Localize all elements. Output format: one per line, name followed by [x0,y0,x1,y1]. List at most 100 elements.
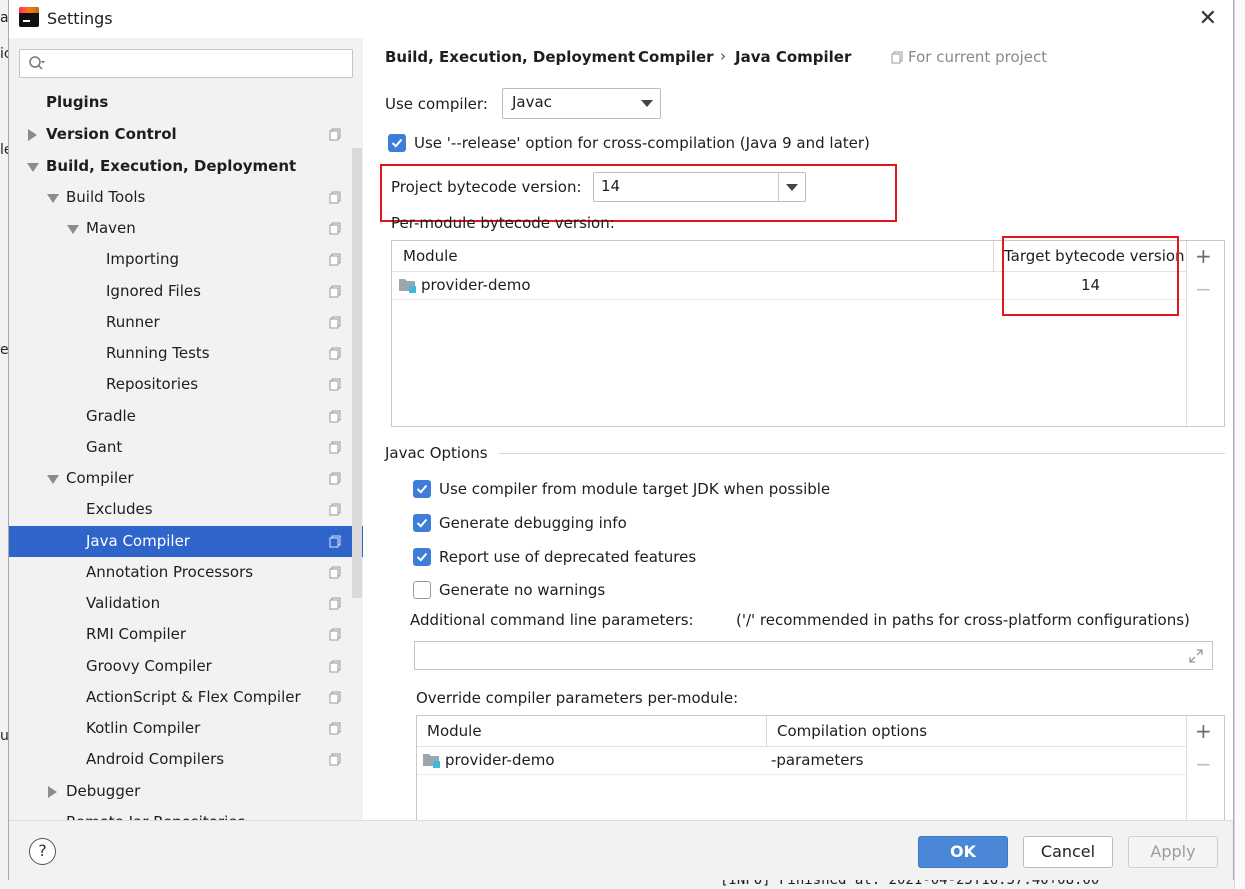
column-separator [993,241,994,272]
project-scope-icon [329,441,341,454]
for-current-project-label: For current project [908,48,1048,66]
help-button[interactable]: ? [29,838,56,865]
table-header-module[interactable]: Module [427,722,482,740]
javac-options-title: Javac Options [385,444,488,462]
project-scope-icon [329,128,341,141]
sidebar-item-label: Annotation Processors [86,563,254,581]
sidebar-item-repositories[interactable]: Repositories [9,369,363,400]
table-header-module[interactable]: Module [403,247,458,265]
ok-button[interactable]: OK [918,836,1008,868]
project-scope-icon [329,597,341,610]
sidebar-item-label: Compiler [66,469,134,487]
sidebar-item-plugins[interactable]: Plugins [9,87,363,118]
module-folder-icon [423,754,440,768]
sidebar-item-label: Groovy Compiler [86,657,212,675]
close-icon[interactable]: ✕ [1199,6,1217,31]
remove-override-button[interactable]: − [1195,752,1212,776]
additional-params-input[interactable] [414,641,1213,670]
compilation-options-value[interactable]: -parameters [771,751,863,769]
use-compiler-label: Use compiler: [385,95,488,113]
sidebar-item-build-execution-deployment[interactable]: Build, Execution, Deployment [9,151,363,182]
sidebar-item-label: Kotlin Compiler [86,719,201,737]
sidebar-item-rmi-compiler[interactable]: RMI Compiler [9,619,363,650]
chevron-down-icon[interactable] [67,225,79,234]
javac-option-label: Report use of deprecated features [439,548,697,566]
background-panel [1234,0,1245,889]
project-scope-icon [329,566,341,579]
sidebar-item-runner[interactable]: Runner [9,307,363,338]
sidebar-item-debugger[interactable]: Debugger [9,776,363,807]
sidebar-item-label: Debugger [66,782,141,800]
project-scope-icon [329,472,341,485]
toolbar-divider [1186,716,1187,824]
project-scope-icon [329,316,341,329]
checkmark-icon [416,552,428,562]
javac-option-checkbox[interactable] [413,548,431,566]
override-params-label: Override compiler parameters per-module: [416,689,739,707]
sidebar-item-compiler[interactable]: Compiler [9,463,363,494]
sidebar-item-running-tests[interactable]: Running Tests [9,338,363,369]
sidebar-item-groovy-compiler[interactable]: Groovy Compiler [9,651,363,682]
sidebar-item-actionscript-flex-compiler[interactable]: ActionScript & Flex Compiler [9,682,363,713]
sidebar-item-label: RMI Compiler [86,625,187,643]
search-input[interactable] [19,49,353,78]
breadcrumb-item[interactable]: Compiler [638,48,714,66]
apply-button[interactable]: Apply [1128,836,1218,868]
sidebar-item-importing[interactable]: Importing [9,244,363,275]
chevron-right-icon[interactable] [48,786,57,798]
sidebar-scrollbar[interactable] [352,148,362,598]
cancel-button[interactable]: Cancel [1023,836,1113,868]
chevron-down-icon[interactable] [47,194,59,203]
sidebar-item-version-control[interactable]: Version Control [9,119,363,150]
settings-dialog: Settings ✕ Plugins Version Control Build… [8,0,1234,880]
project-scope-icon [329,410,341,423]
project-scope-icon [329,253,341,266]
project-scope-icon [329,347,341,360]
intellij-logo-icon [19,7,39,27]
expand-icon[interactable] [1188,648,1204,664]
toolbar-divider [1186,241,1187,426]
sidebar-item-label: Importing [106,250,179,268]
checkmark-icon [416,484,428,494]
sidebar-item-android-compilers[interactable]: Android Compilers [9,744,363,775]
use-compiler-value: Javac [512,93,552,111]
release-option-checkbox[interactable] [388,134,406,152]
project-scope-icon [891,51,903,64]
window-title: Settings [47,9,113,28]
sidebar-item-ignored-files[interactable]: Ignored Files [9,276,363,307]
sidebar-item-remote-jar-repositories[interactable]: Remote Jar Repositories [9,807,363,820]
sidebar-item-kotlin-compiler[interactable]: Kotlin Compiler [9,713,363,744]
dropdown-arrow-icon [641,100,653,107]
sidebar-item-gant[interactable]: Gant [9,432,363,463]
table-row[interactable]: provider-demo -parameters [417,747,1186,775]
project-scope-icon [329,753,341,766]
sidebar-item-validation[interactable]: Validation [9,588,363,619]
javac-option-checkbox[interactable] [413,581,431,599]
table-header-compilation-options[interactable]: Compilation options [777,722,927,740]
use-compiler-select[interactable]: Javac [502,88,661,119]
add-module-button[interactable]: + [1195,244,1212,268]
search-field[interactable] [50,53,345,74]
project-scope-icon [329,378,341,391]
javac-option-label: Generate no warnings [439,581,606,599]
add-override-button[interactable]: + [1195,719,1212,743]
sidebar-item-annotation-processors[interactable]: Annotation Processors [9,557,363,588]
javac-option-checkbox[interactable] [413,480,431,498]
section-divider [499,453,1225,454]
remove-module-button[interactable]: − [1195,277,1212,301]
chevron-down-icon[interactable] [47,475,59,484]
javac-option-label: Generate debugging info [439,514,627,532]
project-scope-icon [329,191,341,204]
breadcrumb-item[interactable]: Build, Execution, Deployment [385,48,635,66]
chevron-down-icon[interactable] [27,163,39,172]
project-scope-icon [329,503,341,516]
sidebar-item-gradle[interactable]: Gradle [9,401,363,432]
javac-option-checkbox[interactable] [413,514,431,532]
sidebar-item-maven[interactable]: Maven [9,213,363,244]
sidebar-item-excludes[interactable]: Excludes [9,494,363,525]
chevron-right-icon[interactable] [28,129,37,141]
sidebar-item-build-tools[interactable]: Build Tools [9,182,363,213]
sidebar-item-java-compiler[interactable]: Java Compiler [9,526,363,557]
breadcrumb-separator: › [720,47,726,65]
sidebar-item-label: Version Control [46,125,177,143]
